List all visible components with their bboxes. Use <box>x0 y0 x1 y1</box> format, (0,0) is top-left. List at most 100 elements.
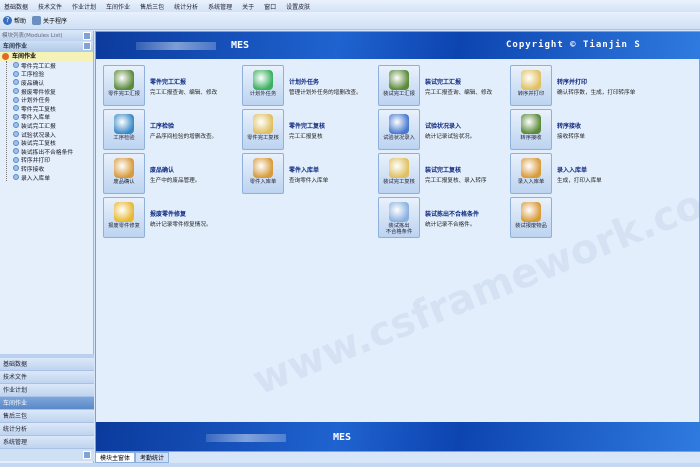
tile-label: 转序接收 <box>520 135 542 141</box>
tile-icon <box>389 158 409 178</box>
tile-button[interactable]: 计划外任务 <box>242 65 284 106</box>
tile-title[interactable]: 计划外任务 <box>289 77 319 86</box>
section-6[interactable]: 系统管理 <box>0 436 94 449</box>
section-1[interactable]: 技术文件 <box>0 371 94 384</box>
item-icon <box>13 165 19 172</box>
menu-skin[interactable]: 设置皮肤 <box>286 2 310 11</box>
tile-button[interactable]: 录入入库单 <box>510 153 552 194</box>
menu-about[interactable]: 关于 <box>242 2 254 11</box>
tree-item[interactable]: 零件入库单 <box>13 113 93 121</box>
tile-desc: 生产中的废品管理。 <box>150 178 201 184</box>
tile-desc: 完工汇报查询、编辑、修改 <box>150 90 218 96</box>
pin-button[interactable] <box>83 32 91 40</box>
tile-label: 录入入库单 <box>517 179 545 185</box>
menu-tech-docs[interactable]: 技术文件 <box>38 2 62 11</box>
modules-title: 模块列表(Modules List) <box>2 33 63 39</box>
tile-title[interactable]: 试验状况录入 <box>425 121 461 130</box>
tree-item[interactable]: 报废零件修复 <box>13 87 93 96</box>
main-panel: MES Copyright © Tianjin S 零件完工汇报 零件完工汇报 完工… <box>95 31 700 452</box>
tile-icon <box>521 202 541 222</box>
collapse-button[interactable] <box>83 42 91 50</box>
tile-title[interactable]: 录入入库单 <box>557 165 587 174</box>
tree-item[interactable]: 装试拣出不合格条件 <box>13 147 93 156</box>
tree-root[interactable]: 车间作业 <box>0 52 93 61</box>
tile-title[interactable]: 工序检验 <box>150 121 174 130</box>
menu-work-plan[interactable]: 作业计划 <box>72 2 96 11</box>
section-5[interactable]: 统计分析 <box>0 423 94 436</box>
accordion-footer <box>0 449 94 461</box>
tile-desc: 产品序间检验的增删改查。 <box>150 134 218 140</box>
tree-item[interactable]: 工序检验 <box>13 70 93 78</box>
item-icon <box>13 131 19 138</box>
tile-button[interactable]: 转序并打印 <box>510 65 552 106</box>
tile-button[interactable]: 试验状况录入 <box>378 109 420 150</box>
tile-desc: 完工汇报复核 <box>289 134 323 140</box>
chevron-down-icon[interactable] <box>83 451 91 459</box>
tile-button[interactable]: 装试完工汇报 <box>378 65 420 106</box>
tile-icon <box>114 202 134 222</box>
section-3[interactable]: 车间作业 <box>0 397 94 410</box>
menu-window[interactable]: 窗口 <box>264 2 276 11</box>
tree-item[interactable]: 装试完工汇报 <box>13 121 93 130</box>
tile-button[interactable]: 零件入库单 <box>242 153 284 194</box>
tile-title[interactable]: 转序接收 <box>557 121 581 130</box>
tile-button[interactable]: 报废零件修复 <box>103 197 145 238</box>
about-button[interactable]: 关于程序 <box>32 16 67 25</box>
section-2[interactable]: 作业计划 <box>0 384 94 397</box>
tree: 零件完工汇报 工序检验 废品确认 报废零件修复 计划外任务 零件完工复核 零件入库单 装试完工… <box>6 61 93 182</box>
tile-title[interactable]: 装试拣出不合格条件 <box>425 209 479 218</box>
tree-item[interactable]: 计划外任务 <box>13 95 93 104</box>
tile-title[interactable]: 零件入库单 <box>289 165 319 174</box>
tile-icon <box>114 158 134 178</box>
tile-title[interactable]: 装试完工复核 <box>425 165 461 174</box>
tile-button[interactable]: 装试完工复核 <box>378 153 420 194</box>
menu-after-sales[interactable]: 售后三包 <box>140 2 164 11</box>
tile-button[interactable]: 转序接收 <box>510 109 552 150</box>
top-banner: MES Copyright © Tianjin S <box>96 32 700 59</box>
menu-system[interactable]: 系统管理 <box>208 2 232 11</box>
tab-attendance[interactable]: 考勤统计 <box>135 452 170 463</box>
section-4[interactable]: 售后三包 <box>0 410 94 423</box>
tile-title[interactable]: 零件完工汇报 <box>150 77 186 86</box>
menu-basic-data[interactable]: 基础数据 <box>4 2 28 11</box>
tile-button[interactable]: 零件完工复核 <box>242 109 284 150</box>
tree-item[interactable]: 零件完工复核 <box>13 104 93 113</box>
tree-item[interactable]: 试验状况录入 <box>13 130 93 139</box>
tile-icon <box>521 70 541 90</box>
about-label: 关于程序 <box>43 18 68 25</box>
group-title: 车间作业 <box>3 43 28 50</box>
tree-item[interactable]: 转序接收 <box>13 164 93 173</box>
tile-button[interactable]: 装试拣出 不合格条件 <box>378 197 420 238</box>
tile-button[interactable]: 工序检验 <box>103 109 145 150</box>
tile-label: 零件完工汇报 <box>108 91 140 97</box>
menu-statistics[interactable]: 统计分析 <box>174 2 198 11</box>
tile-title[interactable]: 报废零件修复 <box>150 209 186 218</box>
tile-button[interactable]: 废品确认 <box>103 153 145 194</box>
tile-button[interactable]: 零件完工汇报 <box>103 65 145 106</box>
tile-button[interactable]: 装试报废物品 <box>510 197 552 238</box>
item-icon <box>13 148 19 155</box>
menu-bar: 基础数据 技术文件 作业计划 车间作业 售后三包 统计分析 系统管理 关于 窗口… <box>0 0 700 12</box>
blurred-company-name <box>136 42 216 50</box>
tab-module-main[interactable]: 模块主窗体 <box>95 452 136 463</box>
tile-title[interactable]: 装试完工汇报 <box>425 77 461 86</box>
watermark: www.csframework.com <box>246 165 700 405</box>
tree-item[interactable]: 装试完工复核 <box>13 138 93 147</box>
tree-item[interactable]: 废品确认 <box>13 78 93 87</box>
tile-icon <box>253 114 273 134</box>
tree-item[interactable]: 转序并打印 <box>13 156 93 164</box>
tree-item[interactable]: 零件完工汇报 <box>13 61 93 70</box>
tile-title[interactable]: 废品确认 <box>150 165 174 174</box>
tile-title[interactable]: 零件完工复核 <box>289 121 325 130</box>
tile-label: 装试拣出 不合格条件 <box>385 223 413 235</box>
item-icon <box>13 105 19 112</box>
section-0[interactable]: 基础数据 <box>0 358 94 371</box>
tile-desc: 统计记录不合格件。 <box>425 222 476 228</box>
group-header[interactable]: 车间作业 <box>0 41 93 52</box>
item-icon <box>13 96 19 103</box>
help-button[interactable]: ? 帮助 <box>3 16 26 25</box>
tree-item[interactable]: 录入入库单 <box>13 173 93 182</box>
computer-icon <box>32 16 42 25</box>
tile-title[interactable]: 转序并打印 <box>557 77 587 86</box>
menu-workshop[interactable]: 车间作业 <box>106 2 130 11</box>
